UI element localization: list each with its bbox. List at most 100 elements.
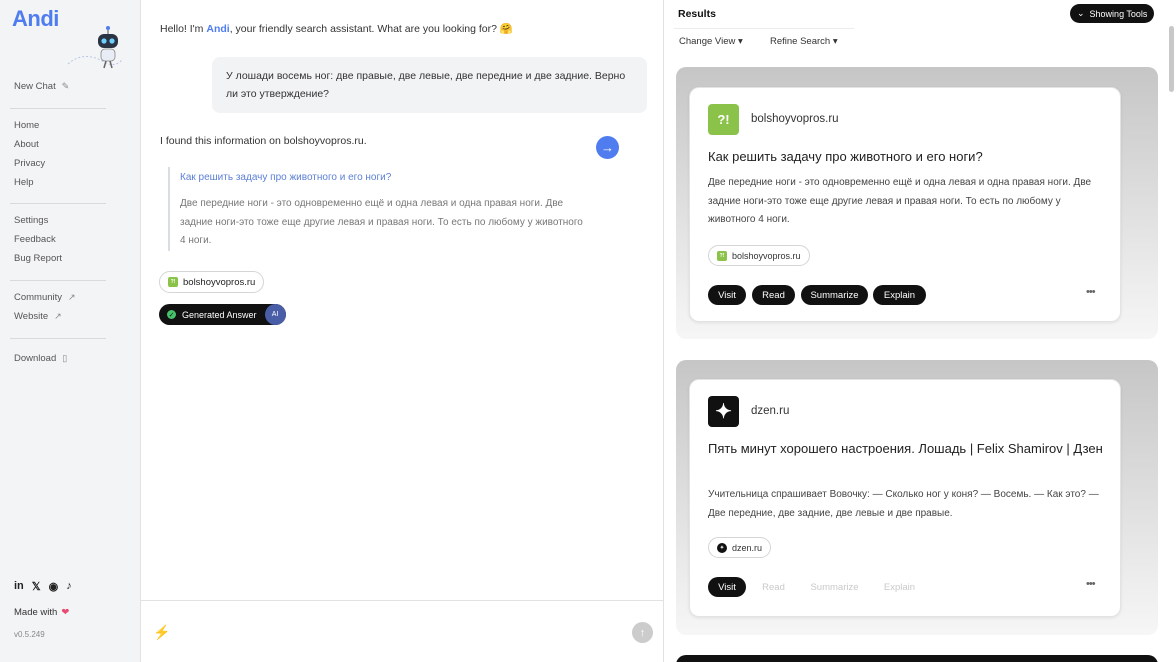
check-icon: ✓ [167, 310, 176, 319]
divider [10, 280, 106, 281]
refine-search-dropdown[interactable]: Refine Search ▾ [770, 36, 838, 47]
arrow-up-icon: ↑ [639, 626, 646, 639]
explain-button[interactable]: Explain [873, 285, 926, 305]
site-name: dzen.ru [751, 405, 790, 417]
explain-button: Explain [883, 581, 916, 593]
quote-title-link[interactable]: Как решить задачу про животного и его но… [180, 172, 588, 183]
open-source-button[interactable]: → [596, 136, 619, 159]
nav-privacy-label: Privacy [14, 158, 46, 169]
refine-search-label: Refine Search [770, 36, 831, 47]
nav-settings-label: Settings [14, 215, 49, 226]
nav-home[interactable]: Home [14, 120, 39, 131]
sidebar: Andi New Chat ✎ Home About Privacy Help … [0, 0, 141, 662]
answer-quote: Как решить задачу про животного и его но… [168, 167, 588, 251]
nav-settings[interactable]: Settings [14, 215, 48, 226]
nav-community-label: Community [14, 292, 63, 303]
chevron-down-icon: ⌄ [1077, 8, 1085, 18]
result-snippet: Две передние ноги - это одновременно ещё… [708, 177, 1092, 225]
bolshoyvopros-favicon-icon: ?! [717, 250, 727, 261]
message-input-bar: ⚡ ↑ [141, 600, 663, 662]
nav-website[interactable]: Website ↗ [14, 311, 62, 322]
result-source-chip[interactable]: ?! bolshoyvopros.ru [708, 245, 810, 266]
result-title[interactable]: Пять минут хорошего настроения. Лошадь |… [708, 439, 1108, 458]
showing-tools-label: Showing Tools [1089, 8, 1148, 19]
chat-panel: Hello! I'm Andi, your friendly search as… [141, 0, 663, 662]
caret-down-icon: ▾ [737, 36, 743, 47]
visit-button[interactable]: Visit [708, 577, 746, 597]
nav-bug-report-label: Bug Report [14, 253, 63, 264]
new-chat-label: New Chat [14, 81, 56, 92]
quote-text: Две передние ноги - это одновременно ещё… [180, 198, 583, 246]
answer-intro: I found this information on bolshoyvopro… [160, 135, 367, 147]
site-name: bolshoyvopros.ru [751, 113, 839, 125]
showing-tools-button[interactable]: ⌄ Showing Tools [1070, 4, 1155, 23]
change-view-label: Change View [679, 36, 736, 47]
more-options-icon[interactable]: ••• [1086, 286, 1096, 298]
nav-about[interactable]: About [14, 139, 39, 150]
more-options-icon[interactable]: ••• [1086, 578, 1096, 590]
andi-logo[interactable]: Andi [12, 6, 59, 32]
made-with-label: Made with [14, 607, 58, 618]
divider [10, 338, 106, 339]
greeting-name: Andi [206, 23, 230, 35]
source-chip-label: bolshoyvopros.ru [183, 276, 256, 288]
dzen-favicon-icon: ✦ [717, 542, 727, 553]
nav-download-label: Download [14, 353, 57, 364]
send-button[interactable]: ↑ [632, 622, 653, 643]
result-source-chip[interactable]: ✦ dzen.ru [708, 537, 772, 558]
new-chat-link[interactable]: New Chat ✎ [14, 81, 69, 92]
linkedin-icon[interactable]: in [14, 580, 24, 593]
edit-icon: ✎ [61, 81, 70, 91]
result-title[interactable]: Как решить задачу про животного и его но… [708, 147, 1108, 166]
nav-help[interactable]: Help [14, 177, 34, 188]
robot-mascot-icon [67, 26, 123, 69]
dzen-logo-icon: ✦ [708, 396, 739, 427]
nav-home-label: Home [14, 120, 40, 131]
user-message: У лошади восемь ног: две правые, две лев… [212, 57, 647, 113]
greeting-prefix: Hello! I'm [160, 23, 204, 35]
nav-privacy[interactable]: Privacy [14, 158, 45, 169]
nav-help-label: Help [14, 177, 34, 188]
next-result-card [676, 655, 1158, 662]
result-card: ✦ dzen.ru Пять минут хорошего настроения… [689, 379, 1121, 617]
greeting-suffix: , your friendly search assistant. What a… [229, 23, 513, 35]
message-input[interactable] [171, 623, 611, 641]
scrollbar[interactable] [1169, 26, 1174, 92]
nav-download[interactable]: Download ▯ [14, 353, 67, 364]
nav-about-label: About [14, 139, 39, 150]
results-panel: Results ⌄ Showing Tools Change View ▾ Re… [663, 0, 1176, 662]
discord-icon[interactable]: ◉ [49, 580, 59, 593]
change-view-dropdown[interactable]: Change View ▾ [679, 36, 743, 47]
read-button[interactable]: Read [752, 285, 795, 305]
source-chip[interactable]: ?! bolshoyvopros.ru [159, 271, 265, 293]
results-title: Results [678, 8, 716, 20]
nav-bug-report[interactable]: Bug Report [14, 253, 62, 264]
nav-feedback-label: Feedback [14, 234, 56, 245]
social-links: in 𝕏 ◉ ♪ [14, 580, 72, 593]
bolshoyvopros-favicon-icon: ?! [168, 277, 178, 287]
result-card: ?! bolshoyvopros.ru Как решить задачу пр… [689, 87, 1121, 322]
divider [10, 203, 106, 204]
result-snippet: Учительница спрашивает Вовочку: — Скольк… [708, 489, 1099, 519]
read-button: Read [762, 581, 785, 593]
divider [674, 28, 854, 29]
divider [10, 108, 106, 109]
nav-community[interactable]: Community ↗ [14, 292, 76, 303]
arrow-right-icon: → [601, 140, 614, 155]
generated-answer-badge[interactable]: ✓ Generated Answer AI [159, 304, 286, 325]
summarize-button: Summarize [810, 581, 859, 593]
heart-icon: ❤ [61, 607, 70, 618]
nav-feedback[interactable]: Feedback [14, 234, 56, 245]
visit-button[interactable]: Visit [708, 285, 746, 305]
lightning-icon[interactable]: ⚡ [153, 624, 170, 641]
tiktok-icon[interactable]: ♪ [66, 580, 72, 593]
greeting: Hello! I'm Andi, your friendly search as… [160, 22, 513, 35]
x-icon[interactable]: 𝕏 [32, 580, 41, 593]
nav-website-label: Website [14, 311, 49, 322]
result-source-chip-label: dzen.ru [732, 542, 763, 553]
ai-badge: AI [264, 304, 286, 325]
external-link-icon: ↗ [68, 292, 76, 302]
phone-icon: ▯ [62, 353, 68, 363]
caret-down-icon: ▾ [832, 36, 838, 47]
summarize-button[interactable]: Summarize [801, 285, 868, 305]
